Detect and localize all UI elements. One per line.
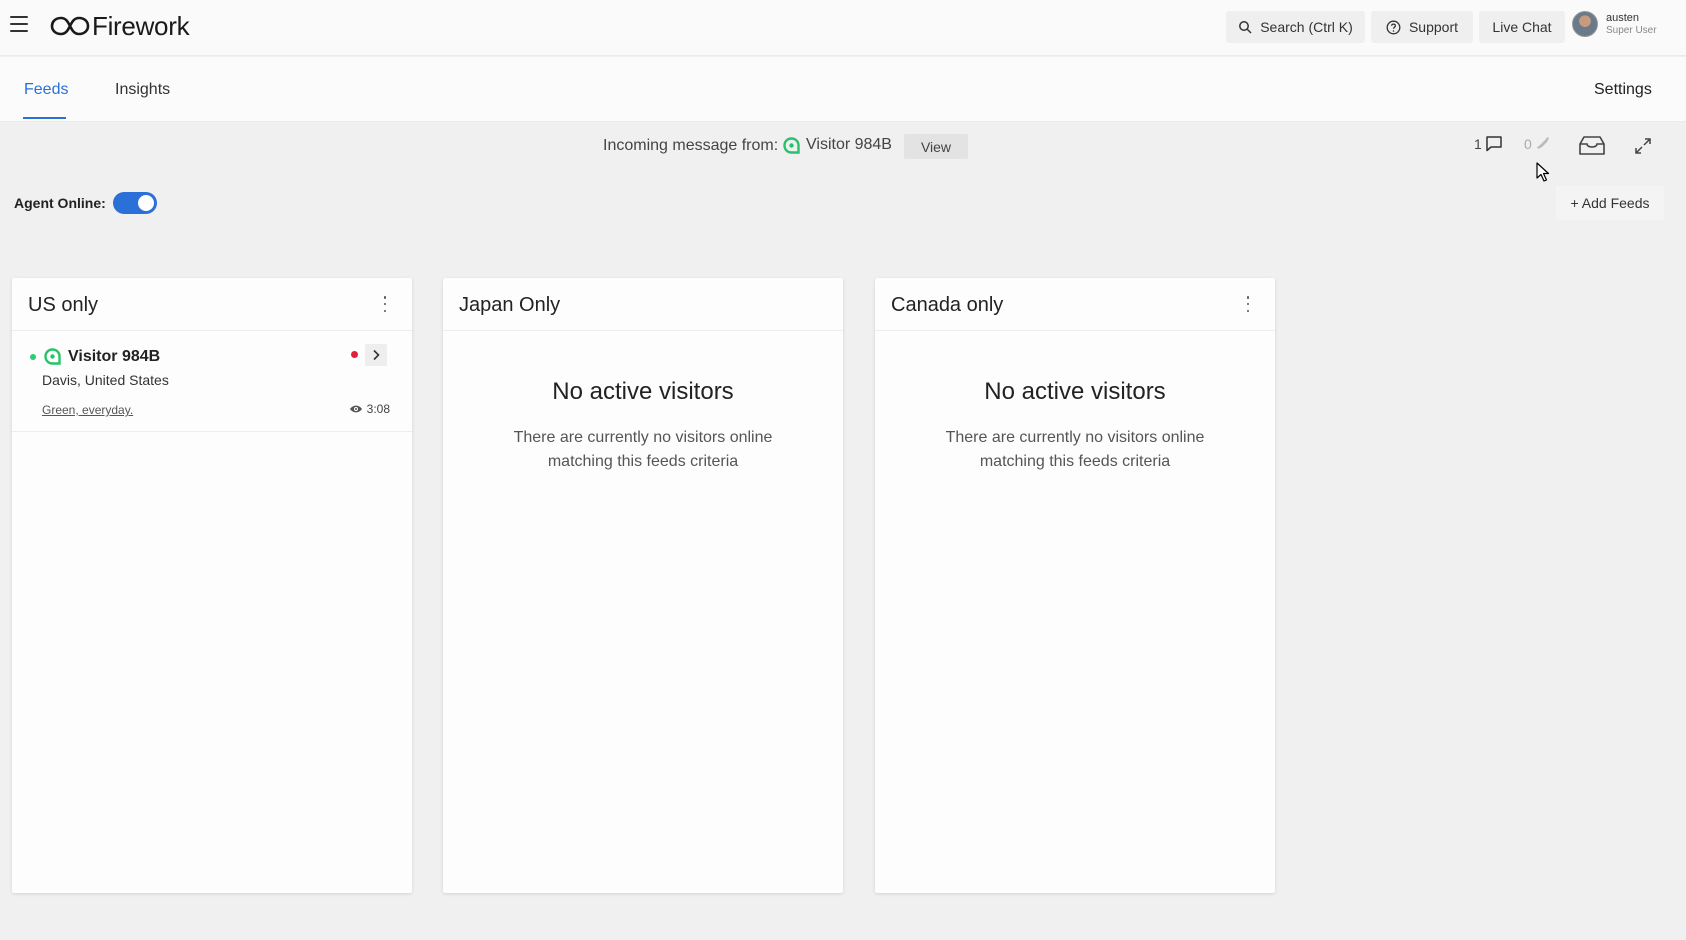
help-circle-icon	[1386, 20, 1401, 35]
open-visitor-button[interactable]	[365, 344, 387, 366]
menu-icon[interactable]	[10, 16, 28, 32]
tabs-row: Feeds Insights Settings	[0, 57, 1686, 122]
visitor-icon	[783, 136, 800, 154]
call-count-value: 0	[1524, 135, 1532, 152]
expand-button[interactable]	[1632, 135, 1654, 157]
top-bar: Firework Search (Ctrl K) Support Live Ch…	[0, 0, 1686, 56]
more-options-icon[interactable]	[382, 296, 388, 312]
feed-card-japan: Japan Only No active visitors There are …	[443, 278, 843, 893]
chevron-right-icon	[373, 349, 380, 361]
incoming-message-bar: Incoming message from: Visitor 984B View…	[0, 123, 1686, 171]
app-name: Firework	[92, 10, 190, 41]
online-status-dot	[30, 354, 36, 360]
empty-state-title: No active visitors	[984, 378, 1166, 405]
visit-time: 3:08	[366, 402, 390, 416]
user-name: austen	[1606, 11, 1640, 24]
app-logo[interactable]: Firework	[50, 10, 190, 42]
divider	[12, 431, 412, 432]
call-count[interactable]: 0	[1524, 135, 1553, 152]
incoming-visitor-name: Visitor 984B	[806, 136, 892, 153]
incoming-visitor: Visitor 984B	[783, 136, 892, 154]
search-label: Search (Ctrl K)	[1260, 19, 1353, 35]
active-tab-indicator	[23, 117, 66, 119]
visitor-icon	[44, 348, 61, 370]
agent-online-label: Agent Online:	[14, 195, 106, 211]
avatar	[1572, 11, 1598, 37]
feed-title: Japan Only	[459, 294, 561, 316]
empty-state-title: No active visitors	[552, 378, 734, 405]
live-chat-button[interactable]: Live Chat	[1479, 11, 1565, 43]
visit-duration: 3:08	[349, 402, 390, 416]
user-role: Super User	[1606, 24, 1657, 36]
support-button[interactable]: Support	[1371, 11, 1473, 43]
visitor-location: Davis, United States	[42, 372, 169, 388]
incoming-message-text: Incoming message from:	[603, 137, 779, 154]
visitor-name[interactable]: Visitor 984B	[68, 348, 160, 366]
inbox-icon	[1579, 136, 1605, 155]
empty-state-description: There are currently no visitors online m…	[945, 429, 1205, 470]
support-label: Support	[1408, 19, 1459, 35]
feed-card-us: US only Visitor 984B Davis, United State…	[12, 278, 412, 893]
live-chat-label: Live Chat	[1492, 19, 1552, 35]
visitor-page-link[interactable]: Green, everyday.	[42, 403, 133, 417]
agent-online-toggle[interactable]	[113, 192, 157, 214]
tab-insights[interactable]: Insights	[115, 81, 170, 99]
user-menu[interactable]: austen Super User	[1572, 11, 1657, 37]
eye-icon	[349, 405, 362, 413]
search-button[interactable]: Search (Ctrl K)	[1226, 11, 1365, 43]
search-icon	[1238, 20, 1252, 34]
unread-indicator	[351, 351, 358, 358]
feed-card-canada: Canada only No active visitors There are…	[875, 278, 1275, 893]
add-feeds-button[interactable]: + Add Feeds	[1556, 186, 1664, 220]
tab-feeds[interactable]: Feeds	[24, 81, 68, 99]
firework-logo-icon	[50, 16, 90, 36]
feed-title: Canada only	[891, 294, 1004, 316]
more-options-icon[interactable]	[1245, 296, 1251, 312]
chat-bubble-icon	[1486, 136, 1502, 152]
chat-count[interactable]: 1	[1474, 135, 1503, 152]
phone-icon	[1536, 137, 1549, 149]
settings-link[interactable]: Settings	[1594, 81, 1652, 99]
mouse-cursor-icon	[1536, 162, 1550, 187]
expand-icon	[1635, 138, 1651, 154]
empty-state-description: There are currently no visitors online m…	[513, 429, 773, 470]
chat-count-value: 1	[1474, 135, 1482, 152]
feed-title: US only	[28, 294, 99, 316]
view-button[interactable]: View	[904, 134, 968, 159]
inbox-button[interactable]	[1576, 133, 1608, 159]
